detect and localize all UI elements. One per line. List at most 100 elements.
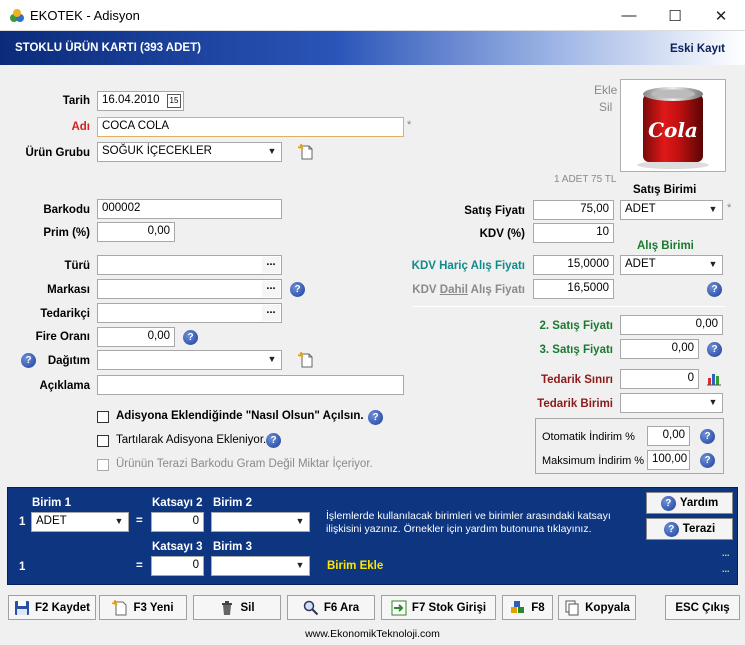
stok-girisi-button[interactable]: F7 Stok Girişi: [381, 595, 496, 620]
floppy-disk-icon: [15, 600, 30, 615]
nasil-olsun-label: Adisyona Eklendiğinde "Nasıl Olsun" Açıl…: [116, 410, 364, 422]
satis2-input[interactable]: 0,00: [620, 315, 723, 335]
sil-button[interactable]: Sil: [193, 595, 281, 620]
katsayi2-input[interactable]: 0: [151, 512, 204, 532]
help-icon[interactable]: ?: [707, 282, 722, 297]
help-icon: ?: [663, 521, 679, 537]
katsayi3-label: Katsayı 3: [152, 541, 203, 553]
eski-kayit-link[interactable]: Eski Kayıt: [670, 43, 725, 55]
row2-number: 1: [19, 561, 26, 573]
tedarikci-label: Tedarikçi: [40, 308, 90, 320]
aciklama-input[interactable]: [97, 375, 404, 395]
kaydet-button[interactable]: F2 Kaydet: [8, 595, 96, 620]
help-icon[interactable]: ?: [368, 410, 383, 425]
terazi-label: Terazi: [682, 523, 716, 535]
help-icon[interactable]: ?: [290, 282, 305, 297]
row1-number: 1: [19, 516, 26, 528]
minimize-button[interactable]: —: [606, 0, 652, 31]
birim1-select[interactable]: ADET ▼: [31, 512, 129, 532]
new-document-icon[interactable]: [297, 351, 315, 369]
satis-fiyati-input[interactable]: 75,00: [533, 200, 614, 220]
f8-button[interactable]: F8: [502, 595, 553, 620]
title-bar: EKOTEK - Adisyon — ☐ ✕: [0, 0, 745, 31]
tedarikci-input[interactable]: ...: [97, 303, 282, 323]
help-icon[interactable]: ?: [700, 453, 715, 468]
dagitim-label: Dağıtım: [47, 355, 90, 367]
more-ellipsis[interactable]: ...: [722, 548, 730, 558]
markasi-input[interactable]: ...: [97, 279, 282, 299]
birim2-select[interactable]: ▼: [211, 512, 310, 532]
adi-input[interactable]: COCA COLA: [97, 117, 404, 137]
fire-label: Fire Oranı: [35, 331, 90, 343]
chevron-down-icon: ▼: [267, 146, 277, 156]
units-info-text: İşlemlerde kullanılacak birimleri ve bir…: [326, 510, 611, 535]
prim-label: Prim (%): [43, 227, 90, 239]
new-document-icon[interactable]: [297, 143, 315, 161]
calendar-icon[interactable]: 15: [167, 94, 181, 108]
kdv-dahil-input[interactable]: 16,5000: [533, 279, 614, 299]
satis2-label: 2. Satış Fiyatı: [539, 320, 613, 332]
satis-birimi-label: Satış Birimi: [633, 184, 697, 196]
row1-equals: =: [136, 515, 143, 527]
turu-input[interactable]: ...: [97, 255, 282, 275]
otomatik-indirim-input[interactable]: 0,00: [647, 426, 690, 446]
satis-birimi-select[interactable]: ADET ▼: [620, 200, 723, 220]
urun-grubu-value: SOĞUK İÇECEKLER: [102, 145, 212, 157]
chevron-down-icon: ▼: [295, 560, 305, 570]
urun-grubu-select[interactable]: SOĞUK İÇECEKLER ▼: [97, 142, 282, 162]
help-icon[interactable]: ?: [21, 353, 36, 368]
cubes-icon: [511, 600, 525, 613]
maximize-button[interactable]: ☐: [652, 0, 698, 31]
help-icon[interactable]: ?: [266, 433, 281, 448]
yeni-button[interactable]: F3 Yeni: [99, 595, 187, 620]
markasi-browse-button[interactable]: ...: [262, 281, 280, 297]
copy-icon: [565, 600, 579, 615]
kdv-dahil-label: KDV Dahil Alış Fiyatı: [412, 284, 525, 296]
ara-button[interactable]: F6 Ara: [287, 595, 375, 620]
barkodu-input[interactable]: 000002: [97, 199, 282, 219]
photo-sil-link[interactable]: Sil: [599, 100, 612, 114]
terazi-barkodu-checkbox[interactable]: [97, 459, 109, 471]
chevron-down-icon: ▼: [708, 204, 718, 214]
esc-cikis-button[interactable]: ESC Çıkış: [665, 595, 740, 620]
product-photo[interactable]: Cola: [620, 79, 726, 172]
dagitim-select[interactable]: ▼: [97, 350, 282, 370]
search-icon: [303, 600, 319, 615]
yardim-button[interactable]: ? Yardım: [646, 492, 733, 514]
chevron-down-icon: ▼: [267, 354, 277, 364]
photo-ekle-link[interactable]: Ekle: [594, 83, 617, 97]
satis3-input[interactable]: 0,00: [620, 339, 699, 359]
nasil-olsun-checkbox[interactable]: [97, 411, 109, 423]
bar-chart-icon[interactable]: [706, 371, 722, 386]
kdv-haric-input[interactable]: 15,0000: [533, 255, 614, 275]
tarih-label: Tarih: [62, 95, 90, 107]
alis-birimi-select[interactable]: ADET ▼: [620, 255, 723, 275]
birim-ekle-link[interactable]: Birim Ekle: [327, 560, 383, 572]
katsayi3-input[interactable]: 0: [151, 556, 204, 576]
satis-fiyati-label: Satış Fiyatı: [464, 205, 525, 217]
more-ellipsis[interactable]: ...: [722, 564, 730, 574]
help-icon[interactable]: ?: [183, 330, 198, 345]
tarih-input[interactable]: 16.04.2010 15: [97, 91, 184, 111]
tedarikci-browse-button[interactable]: ...: [262, 305, 280, 321]
tedarik-birimi-select[interactable]: ▼: [620, 393, 723, 413]
maksimum-indirim-input[interactable]: 100,00: [647, 450, 690, 470]
help-icon[interactable]: ?: [700, 429, 715, 444]
kopyala-button[interactable]: Kopyala: [558, 595, 636, 620]
ara-label: F6 Ara: [323, 601, 360, 614]
turu-browse-button[interactable]: ...: [262, 257, 280, 273]
birim3-select[interactable]: ▼: [211, 556, 310, 576]
kdv-input[interactable]: 10: [533, 223, 614, 243]
help-icon[interactable]: ?: [707, 342, 722, 357]
tartilarak-checkbox[interactable]: [97, 435, 109, 447]
close-button[interactable]: ✕: [698, 0, 744, 31]
birim3-label: Birim 3: [213, 541, 252, 553]
fire-input[interactable]: 0,00: [97, 327, 175, 347]
terazi-button[interactable]: ? Terazi: [646, 518, 733, 540]
chevron-down-icon: ▼: [708, 397, 718, 407]
enter-arrow-icon: [391, 600, 407, 615]
birim1-label: Birim 1: [32, 497, 71, 509]
prim-input[interactable]: 0,00: [97, 222, 175, 242]
tedarik-siniri-input[interactable]: 0: [620, 369, 699, 389]
markasi-label: Markası: [47, 284, 90, 296]
